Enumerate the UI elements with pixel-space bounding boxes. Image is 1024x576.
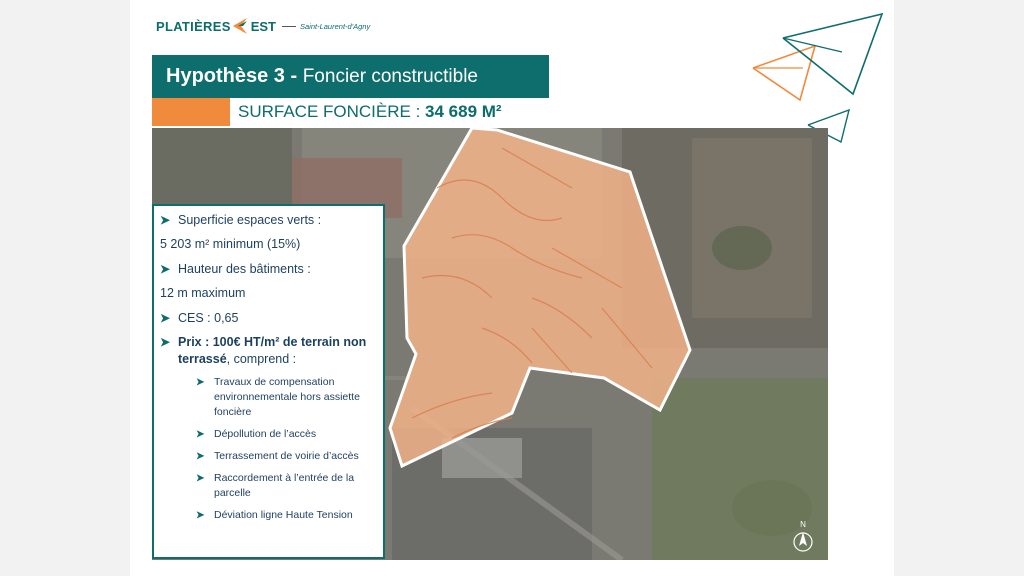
surface-label: SURFACE FONCIÈRE : (238, 102, 426, 121)
list-item: ➤ Hauteur des bâtiments : (160, 261, 377, 278)
building-height-value: 12 m maximum (160, 286, 246, 300)
surface-text: SURFACE FONCIÈRE : 34 689 M² (238, 102, 502, 122)
logo-location: Saint-Laurent-d'Agny (300, 21, 371, 31)
sub-list-item: ➤ Raccordement à l’entrée de la parcelle (196, 471, 377, 501)
sub-item-text: Travaux de compensation environnementale… (214, 376, 360, 418)
sub-list-item: ➤ Travaux de compensation environnementa… (196, 375, 377, 420)
left-margin (0, 0, 130, 576)
north-arrow-icon: N (793, 520, 813, 552)
sub-item-text: Dépollution de l’accès (214, 428, 317, 440)
sub-item-text: Raccordement à l’entrée de la parcelle (214, 472, 355, 499)
chevron-right-icon: ➤ (160, 262, 171, 276)
list-item: ➤ Prix : 100€ HT/m² de terrain non terra… (160, 334, 377, 368)
building-height-label: Hauteur des bâtiments : (178, 262, 311, 276)
green-space-label: Superficie espaces verts : (178, 213, 322, 227)
list-item: ➤ Superficie espaces verts : (160, 212, 377, 229)
slide: PLATIÈRES EST Saint-Laurent-d'Agny Hypot… (130, 0, 894, 576)
logo-brand: PLATIÈRES (156, 18, 231, 34)
title-hypothesis: Hypothèse 3 - (166, 65, 303, 87)
price-rest: , comprend : (226, 352, 297, 366)
right-margin (894, 0, 1024, 576)
sub-list-item: ➤ Dépollution de l’accès (196, 427, 377, 442)
chevron-right-icon: ➤ (160, 213, 171, 227)
logo-divider (282, 25, 296, 27)
title-banner: Hypothèse 3 - Foncier constructible (152, 55, 549, 98)
chevron-right-icon: ➤ (196, 429, 205, 440)
ces-value: CES : 0,65 (178, 311, 239, 325)
chevron-right-icon: ➤ (196, 451, 205, 462)
sub-item-text: Terrassement de voirie d’accès (214, 450, 359, 462)
green-space-value: 5 203 m² minimum (15%) (160, 237, 301, 251)
conditions-panel: ➤ Superficie espaces verts : 5 203 m² mi… (152, 204, 385, 559)
north-label: N (800, 520, 806, 529)
sub-list-item: ➤ Déviation ligne Haute Tension (196, 508, 377, 523)
logo-brand-est: EST (250, 18, 276, 34)
sub-list-item: ➤ Terrassement de voirie d’accès (196, 449, 377, 464)
company-logo: PLATIÈRES EST Saint-Laurent-d'Agny (156, 15, 370, 37)
price-text: Prix : 100€ HT/m² de terrain non terrass… (178, 334, 377, 368)
list-item: ➤ CES : 0,65 (160, 310, 377, 327)
surface-value: 34 689 M² (425, 102, 502, 121)
sub-item-text: Déviation ligne Haute Tension (214, 509, 353, 521)
chevron-right-icon: ➤ (196, 377, 205, 388)
chevron-right-icon: ➤ (160, 335, 171, 349)
title-subject: Foncier constructible (302, 65, 478, 87)
logo-arrow-icon (232, 18, 247, 34)
surface-accent-bar (152, 98, 230, 126)
chevron-right-icon: ➤ (196, 510, 205, 521)
chevron-right-icon: ➤ (160, 311, 171, 325)
chevron-right-icon: ➤ (196, 473, 205, 484)
surface-banner: SURFACE FONCIÈRE : 34 689 M² (152, 98, 752, 126)
